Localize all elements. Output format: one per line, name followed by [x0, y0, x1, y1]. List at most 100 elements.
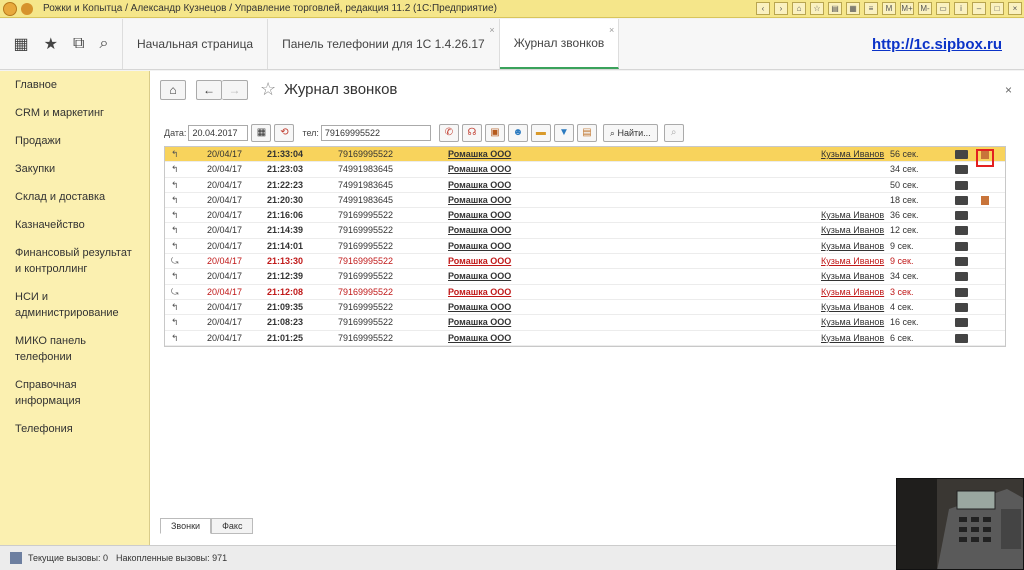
call-organization-link[interactable]: Ромашка ООО: [448, 149, 511, 159]
table-row[interactable]: ↰ 20/04/17 21:08:23 79169995522 Ромашка ООО К…: [165, 315, 1005, 331]
filter-icon[interactable]: ▼: [553, 124, 574, 142]
note-icon[interactable]: [981, 195, 989, 205]
tab-home[interactable]: Начальная страница: [123, 19, 269, 69]
sidebar-item-warehouse[interactable]: Склад и доставка: [0, 183, 149, 211]
call-organization-link[interactable]: Ромашка ООО: [448, 317, 511, 327]
back-icon[interactable]: ‹: [756, 2, 770, 15]
memory-button[interactable]: M: [882, 2, 896, 15]
call-organization-link[interactable]: Ромашка ООО: [448, 225, 511, 235]
call-manager-link[interactable]: Кузьма Иванов: [821, 225, 884, 235]
sidebar-item-crm[interactable]: CRM и маркетинг: [0, 99, 149, 127]
call-organization-link[interactable]: Ромашка ООО: [448, 333, 511, 343]
refresh-icon[interactable]: ⟲: [274, 124, 295, 142]
recording-icon[interactable]: [955, 333, 968, 343]
tab-telephony-panel[interactable]: Панель телефонии для 1С 1.4.26.17 ×: [268, 19, 500, 69]
back-button[interactable]: ←: [196, 79, 222, 100]
tab-call-journal[interactable]: Журнал звонков ×: [499, 19, 620, 69]
table-row[interactable]: ⤿ 20/04/17 21:12:08 79169995522 Ромашка ООО К…: [165, 285, 1005, 300]
table-row[interactable]: ⤿ 20/04/17 21:13:30 79169995522 Ромашка ООО К…: [165, 254, 1005, 270]
calendar-picker-icon[interactable]: ▦: [251, 124, 272, 142]
recording-icon[interactable]: [955, 257, 968, 267]
forward-icon[interactable]: ›: [774, 2, 788, 15]
history-icon[interactable]: ⧉: [73, 35, 84, 53]
save-icon[interactable]: ▣: [484, 124, 505, 142]
favorites-star-icon[interactable]: ★: [44, 34, 58, 54]
call-manager-link[interactable]: Кузьма Иванов: [821, 317, 884, 327]
tab-close-icon[interactable]: ×: [489, 25, 494, 35]
recording-icon[interactable]: [955, 165, 968, 175]
home-icon[interactable]: ⌂: [792, 2, 806, 15]
call-manager-link[interactable]: Кузьма Иванов: [821, 210, 884, 220]
memory-add-button[interactable]: M+: [900, 2, 914, 15]
table-row[interactable]: ↰ 20/04/17 21:22:23 74991983645 Ромашка ООО 5…: [165, 178, 1005, 193]
print-preview-icon[interactable]: ▤: [576, 124, 597, 142]
close-window-icon[interactable]: ×: [1008, 2, 1022, 15]
user-icon[interactable]: ☻: [507, 124, 528, 142]
table-row[interactable]: ↰ 20/04/17 21:23:03 74991983645 Ромашка ООО 3…: [165, 162, 1005, 178]
sidebar-item-telephony[interactable]: Телефония: [0, 415, 149, 443]
sidebar-item-sales[interactable]: Продажи: [0, 127, 149, 155]
call-organization-link[interactable]: Ромашка ООО: [448, 256, 511, 266]
tab-close-icon[interactable]: ×: [609, 25, 614, 35]
home-button[interactable]: ⌂: [160, 79, 186, 100]
call-organization-link[interactable]: Ромашка ООО: [448, 271, 511, 281]
phone-call-icon[interactable]: ✆: [438, 124, 459, 142]
table-row[interactable]: ↰ 20/04/17 21:33:04 79169995522 Ромашка ООО К…: [165, 147, 1005, 167]
recording-icon[interactable]: [955, 287, 968, 297]
recording-icon[interactable]: [955, 226, 968, 236]
apps-grid-icon[interactable]: ▦: [14, 34, 29, 54]
favorite-star-icon[interactable]: ☆: [260, 79, 276, 100]
table-row[interactable]: ↰ 20/04/17 21:01:25 79169995522 Ромашка ООО К…: [165, 331, 1005, 346]
call-organization-link[interactable]: Ромашка ООО: [448, 180, 511, 190]
main-menu-button[interactable]: [21, 2, 33, 15]
table-row[interactable]: ↰ 20/04/17 21:12:39 79169995522 Ромашка ООО К…: [165, 269, 1005, 285]
sidebar-item-reference[interactable]: Справочная информация: [0, 371, 149, 415]
date-input[interactable]: [188, 125, 249, 141]
close-form-icon[interactable]: ×: [1005, 83, 1012, 97]
recording-icon[interactable]: [955, 211, 968, 221]
recording-icon[interactable]: [955, 302, 968, 312]
call-manager-link[interactable]: Кузьма Иванов: [821, 256, 884, 266]
call-manager-link[interactable]: Кузьма Иванов: [821, 271, 884, 281]
call-organization-link[interactable]: Ромашка ООО: [448, 195, 511, 205]
folder-icon[interactable]: ▬: [530, 124, 551, 142]
call-organization-link[interactable]: Ромашка ООО: [448, 210, 511, 220]
sidebar-item-main[interactable]: Главное: [0, 71, 149, 99]
tab-fax[interactable]: Факс: [211, 518, 254, 534]
memory-subtract-button[interactable]: M-: [918, 2, 932, 15]
maximize-icon[interactable]: □: [990, 2, 1004, 15]
recording-icon[interactable]: [955, 241, 968, 251]
sidebar-item-purchases[interactable]: Закупки: [0, 155, 149, 183]
recording-icon[interactable]: [955, 180, 968, 190]
call-manager-link[interactable]: Кузьма Иванов: [821, 333, 884, 343]
forward-button[interactable]: →: [222, 79, 248, 100]
panels-icon[interactable]: ▭: [936, 2, 950, 15]
table-row[interactable]: ↰ 20/04/17 21:14:01 79169995522 Ромашка ООО К…: [165, 239, 1005, 255]
table-row[interactable]: ↰ 20/04/17 21:16:06 79169995522 Ромашка ООО К…: [165, 208, 1005, 224]
call-organization-link[interactable]: Ромашка ООО: [448, 241, 511, 251]
table-row[interactable]: ↰ 20/04/17 21:09:35 79169995522 Ромашка ООО К…: [165, 300, 1005, 316]
search-icon[interactable]: ⌕: [100, 35, 109, 53]
call-manager-link[interactable]: Кузьма Иванов: [821, 287, 884, 297]
sidebar-item-admin[interactable]: НСИ и администрирование: [0, 283, 149, 327]
print-icon[interactable]: ▤: [828, 2, 842, 15]
table-row[interactable]: ↰ 20/04/17 21:20:30 74991983645 Ромашка ООО 1…: [165, 193, 1005, 209]
phone-input[interactable]: [320, 125, 431, 141]
call-manager-link[interactable]: Кузьма Иванов: [821, 241, 884, 251]
tab-calls[interactable]: Звонки: [160, 518, 212, 534]
headset-icon[interactable]: ☊: [461, 124, 482, 142]
site-link[interactable]: http://1c.sipbox.ru: [872, 36, 1002, 53]
recording-icon[interactable]: [955, 318, 968, 328]
recording-icon[interactable]: [955, 272, 968, 282]
call-organization-link[interactable]: Ромашка ООО: [448, 287, 511, 297]
sidebar-item-finance[interactable]: Финансовый результат и контроллинг: [0, 239, 149, 283]
recording-icon[interactable]: [955, 150, 968, 159]
recording-icon[interactable]: [955, 195, 968, 205]
call-manager-link[interactable]: Кузьма Иванов: [821, 302, 884, 312]
find-button[interactable]: ⌕ Найти...: [602, 124, 658, 142]
favorites-icon[interactable]: ☆: [810, 2, 824, 15]
info-icon[interactable]: i: [954, 2, 968, 15]
sidebar-item-treasury[interactable]: Казначейство: [0, 211, 149, 239]
cancel-search-icon[interactable]: ⌕: [663, 124, 684, 142]
call-organization-link[interactable]: Ромашка ООО: [448, 164, 511, 174]
